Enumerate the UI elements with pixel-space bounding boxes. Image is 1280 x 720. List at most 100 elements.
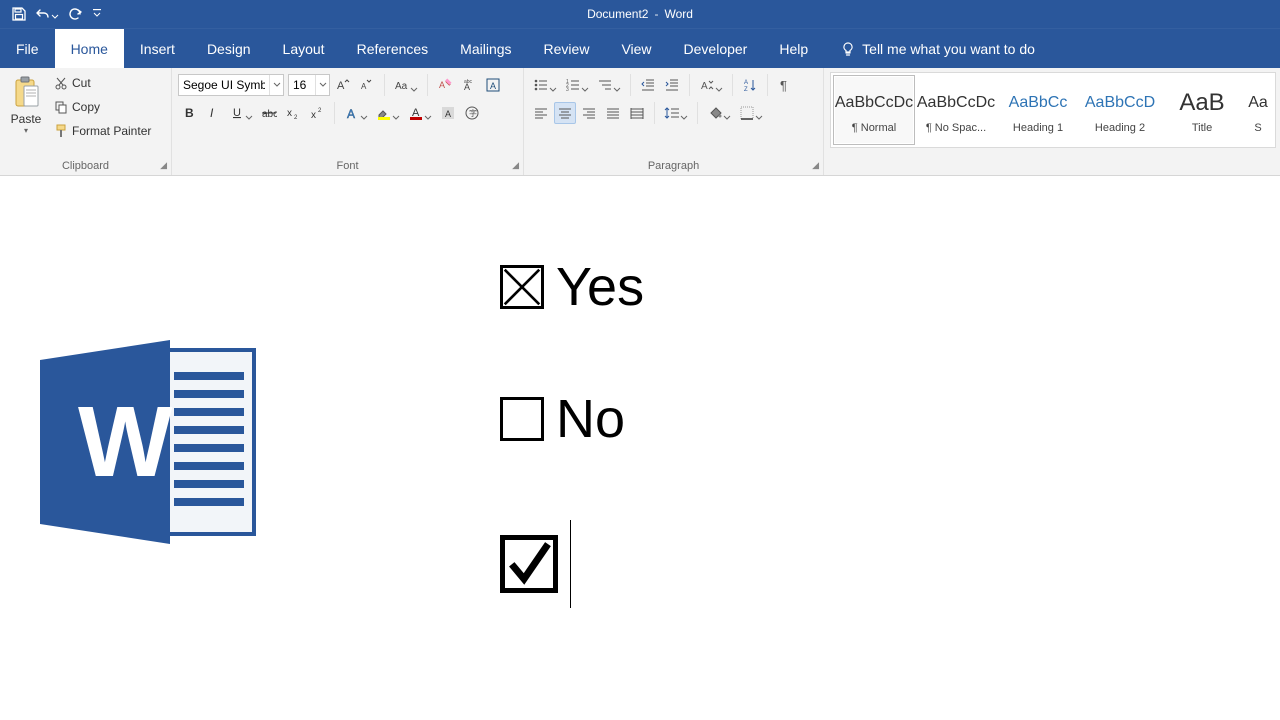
paste-dropdown-icon[interactable]: ▾ <box>24 126 28 135</box>
style-heading-2[interactable]: AaBbCcD Heading 2 <box>1079 75 1161 145</box>
tell-me-search[interactable]: Tell me what you want to do <box>824 29 1051 68</box>
shading-button[interactable] <box>704 102 734 124</box>
font-name-input[interactable] <box>179 78 269 92</box>
grow-font-button[interactable]: A <box>332 74 354 96</box>
style-subtitle[interactable]: Aa S <box>1243 75 1273 145</box>
tab-view[interactable]: View <box>605 29 667 68</box>
copy-button[interactable]: Copy <box>50 96 155 118</box>
increase-indent-button[interactable] <box>661 74 683 96</box>
decrease-indent-button[interactable] <box>637 74 659 96</box>
phonetic-guide-button[interactable]: abcA <box>458 74 480 96</box>
font-size-input[interactable] <box>289 78 315 92</box>
subscript-button[interactable]: x2 <box>282 102 304 124</box>
line-spacing-button[interactable] <box>661 102 691 124</box>
save-button[interactable] <box>6 2 32 26</box>
svg-text:3: 3 <box>566 87 569 93</box>
align-left-icon <box>533 105 549 121</box>
tab-label: References <box>357 41 429 57</box>
sort-button[interactable]: AZ <box>739 74 761 96</box>
tab-references[interactable]: References <box>341 29 445 68</box>
italic-button[interactable]: I <box>202 102 224 124</box>
tab-help[interactable]: Help <box>763 29 824 68</box>
enclose-characters-button[interactable]: 字 <box>461 102 483 124</box>
undo-dropdown-icon[interactable] <box>51 10 59 18</box>
tab-layout[interactable]: Layout <box>267 29 341 68</box>
svg-text:字: 字 <box>469 108 477 118</box>
paragraph-launcher[interactable]: ◢ <box>812 160 819 171</box>
svg-text:x: x <box>311 110 316 121</box>
style-preview: Aa <box>1248 86 1268 120</box>
change-case-button[interactable]: Aa <box>391 74 421 96</box>
tab-file[interactable]: File <box>0 29 55 68</box>
cut-label: Cut <box>72 76 91 90</box>
align-center-button[interactable] <box>554 102 576 124</box>
tab-label: Review <box>544 41 590 57</box>
font-name-combo[interactable] <box>178 74 284 96</box>
paste-button[interactable]: Paste ▾ <box>6 72 46 142</box>
indent-icon <box>664 77 680 93</box>
font-launcher[interactable]: ◢ <box>512 160 519 171</box>
character-border-button[interactable]: A <box>482 74 504 96</box>
clipboard-launcher[interactable]: ◢ <box>160 160 167 171</box>
cut-button[interactable]: Cut <box>50 72 155 94</box>
style-title[interactable]: AaB Title <box>1161 75 1243 145</box>
show-marks-button[interactable]: ¶ <box>774 74 796 96</box>
separator <box>384 74 385 96</box>
paste-icon <box>12 76 40 110</box>
multilevel-list-button[interactable] <box>594 74 624 96</box>
style-heading-1[interactable]: AaBbCc Heading 1 <box>997 75 1079 145</box>
character-shading-button[interactable]: A <box>437 102 459 124</box>
bold-button[interactable]: B <box>178 102 200 124</box>
styles-gallery[interactable]: AaBbCcDc ¶ Normal AaBbCcDc ¶ No Spac... … <box>830 72 1276 148</box>
customize-qat-button[interactable] <box>90 2 104 26</box>
separator <box>732 74 733 96</box>
style-no-spacing[interactable]: AaBbCcDc ¶ No Spac... <box>915 75 997 145</box>
svg-text:Z: Z <box>744 87 748 93</box>
distributed-button[interactable] <box>626 102 648 124</box>
group-clipboard: Paste ▾ Cut Copy Format Painter Clipbo <box>0 68 172 175</box>
underline-button[interactable]: U <box>226 102 256 124</box>
svg-text:Aa: Aa <box>395 81 408 92</box>
tab-design[interactable]: Design <box>191 29 267 68</box>
format-painter-button[interactable]: Format Painter <box>50 120 155 142</box>
bullets-button[interactable] <box>530 74 560 96</box>
tab-insert[interactable]: Insert <box>124 29 191 68</box>
redo-icon <box>67 6 83 22</box>
font-name-dropdown[interactable] <box>269 75 283 95</box>
subscript-icon: x2 <box>285 105 301 121</box>
document-content[interactable]: Yes No <box>500 256 644 608</box>
eraser-icon: A <box>437 77 453 93</box>
highlight-button[interactable] <box>373 102 403 124</box>
undo-button[interactable] <box>34 2 60 26</box>
enclose-icon: 字 <box>464 105 480 121</box>
style-name: Heading 2 <box>1095 122 1145 134</box>
shrink-font-button[interactable]: A <box>356 74 378 96</box>
style-normal[interactable]: AaBbCcDc ¶ Normal <box>833 75 915 145</box>
strikethrough-button[interactable]: abc <box>258 102 280 124</box>
font-size-dropdown[interactable] <box>315 75 329 95</box>
clear-formatting-button[interactable]: A <box>434 74 456 96</box>
tab-review[interactable]: Review <box>528 29 606 68</box>
tab-developer[interactable]: Developer <box>668 29 764 68</box>
grow-font-icon: A <box>335 77 351 93</box>
numbering-button[interactable]: 123 <box>562 74 592 96</box>
underline-icon: U <box>229 105 245 121</box>
redo-button[interactable] <box>62 2 88 26</box>
tab-home[interactable]: Home <box>55 29 124 68</box>
borders-icon <box>739 105 755 121</box>
borders-button[interactable] <box>736 102 766 124</box>
superscript-button[interactable]: x2 <box>306 102 328 124</box>
document-area[interactable]: W Yes No <box>0 176 1280 720</box>
align-left-button[interactable] <box>530 102 552 124</box>
tab-label: Insert <box>140 41 175 57</box>
font-color-button[interactable]: A <box>405 102 435 124</box>
align-right-button[interactable] <box>578 102 600 124</box>
copy-icon <box>54 100 68 114</box>
text-effects-button[interactable]: A <box>341 102 371 124</box>
asian-layout-button[interactable]: A <box>696 74 726 96</box>
font-size-combo[interactable] <box>288 74 330 96</box>
tab-mailings[interactable]: Mailings <box>444 29 527 68</box>
separator <box>689 74 690 96</box>
justify-button[interactable] <box>602 102 624 124</box>
bullets-icon <box>533 77 549 93</box>
